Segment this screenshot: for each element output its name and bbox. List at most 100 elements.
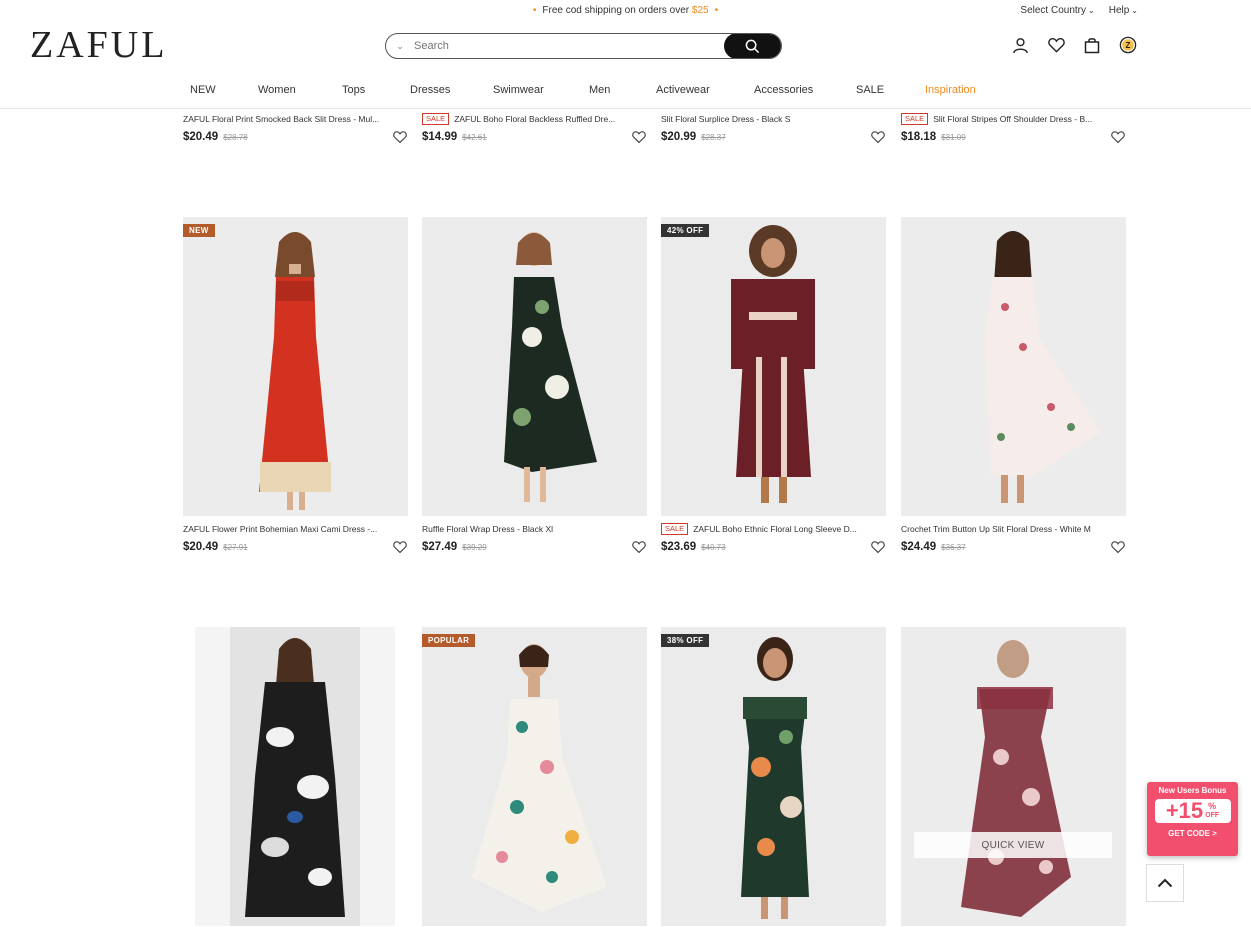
product-card[interactable]: Ruffle Floral Wrap Dress - Black Xl $27.… — [422, 217, 647, 554]
product-title[interactable]: SALE ZAFUL Boho Floral Backless Ruffled D… — [422, 113, 647, 125]
heart-icon[interactable] — [1111, 130, 1125, 144]
heart-icon[interactable] — [1111, 540, 1125, 554]
product-title-text: ZAFUL Boho Ethnic Floral Long Sleeve D..… — [693, 524, 857, 534]
product-price: $20.49 — [183, 541, 219, 553]
price-row: $14.99 $42.61 — [422, 130, 647, 144]
model-dress-illustration — [901, 627, 1126, 926]
price-row: $18.18 $31.09 — [901, 130, 1126, 144]
product-card[interactable]: SALE Slit Floral Stripes Off Shoulder Dre… — [901, 106, 1126, 144]
nav-item-activewear[interactable]: Activewear — [656, 84, 710, 96]
heart-icon[interactable] — [871, 130, 885, 144]
help-link[interactable]: Help ⌄ — [1109, 5, 1138, 16]
model-dress-illustration — [422, 217, 647, 516]
nav-item-dresses[interactable]: Dresses — [410, 84, 450, 96]
promo-dot: • — [532, 5, 537, 16]
shopping-bag-icon[interactable] — [1083, 36, 1101, 54]
product-image[interactable]: 38% OFF — [661, 627, 886, 926]
product-title-text: ZAFUL Floral Print Smocked Back Slit Dre… — [183, 114, 380, 124]
select-country-link[interactable]: Select Country ⌄ — [1020, 5, 1094, 16]
product-price: $18.18 — [901, 131, 937, 143]
heart-icon[interactable] — [632, 130, 646, 144]
product-title[interactable]: ZAFUL Floral Print Smocked Back Slit Dre… — [183, 113, 408, 125]
product-old-price: $31.09 — [941, 132, 966, 142]
heart-icon[interactable] — [871, 540, 885, 554]
price-row: $24.49 $36.37 — [901, 540, 1126, 554]
get-code-button[interactable]: GET CODE > — [1147, 829, 1238, 838]
product-price: $20.99 — [661, 131, 697, 143]
price-row: $23.69 $40.73 — [661, 540, 886, 554]
nav-item-tops[interactable]: Tops — [342, 84, 365, 96]
bonus-title: New Users Bonus — [1158, 786, 1227, 795]
product-card[interactable]: NEW ZAFUL Flower Print Bohemian Maxi Cam… — [183, 217, 408, 554]
product-price: $20.49 — [183, 131, 219, 143]
product-old-price: $40.73 — [701, 542, 726, 552]
popular-badge: POPULAR — [422, 634, 476, 647]
quick-view-button[interactable]: QUICK VIEW — [914, 832, 1112, 858]
nav-item-women[interactable]: Women — [258, 84, 296, 96]
price-row: $27.49 $39.29 — [422, 540, 647, 554]
search-button[interactable] — [724, 34, 781, 58]
search-icon — [745, 39, 760, 53]
product-card[interactable]: 42% OFF SALE ZAFUL Boho Ethnic Floral Lon… — [661, 217, 886, 554]
search-input[interactable] — [414, 34, 724, 58]
heart-icon[interactable] — [393, 540, 407, 554]
product-title[interactable]: ZAFUL Flower Print Bohemian Maxi Cami Dr… — [183, 523, 408, 535]
nav-item-accessories[interactable]: Accessories — [754, 84, 813, 96]
product-image[interactable]: 42% OFF — [661, 217, 886, 516]
z-me-icon[interactable]: Z — [1119, 36, 1137, 54]
chevron-up-icon — [1157, 878, 1173, 888]
chevron-down-icon: ⌄ — [1088, 6, 1095, 15]
search-bar: ⌄ — [385, 33, 782, 59]
header-icons: Z — [1011, 36, 1137, 54]
sale-tag: SALE — [901, 113, 929, 125]
product-title-text: ZAFUL Flower Print Bohemian Maxi Cami Dr… — [183, 524, 378, 534]
heart-icon[interactable] — [632, 540, 646, 554]
model-dress-illustration — [661, 217, 886, 516]
product-title-text: ZAFUL Boho Floral Backless Ruffled Dre..… — [454, 114, 616, 124]
product-title[interactable]: Ruffle Floral Wrap Dress - Black Xl — [422, 523, 647, 535]
product-title[interactable]: Slit Floral Surplice Dress - Black S — [661, 113, 886, 125]
model-dress-illustration — [422, 627, 647, 926]
product-card[interactable]: Slit Floral Surplice Dress - Black S $20… — [661, 106, 886, 144]
product-card[interactable]: ZAFUL Floral Print Smocked Back Slit Dre… — [183, 106, 408, 144]
product-image[interactable]: POPULAR — [422, 627, 647, 926]
product-image[interactable] — [901, 217, 1126, 516]
nav-item-men[interactable]: Men — [589, 84, 610, 96]
heart-icon[interactable] — [393, 130, 407, 144]
nav-item-sale[interactable]: SALE — [856, 84, 884, 96]
bonus-suffix: % OFF — [1205, 802, 1219, 820]
model-dress-illustration — [661, 627, 886, 926]
product-card[interactable]: QUICK VIEW — [901, 627, 1126, 926]
site-logo[interactable]: ZAFUL — [30, 23, 167, 67]
account-icon[interactable] — [1011, 36, 1029, 54]
product-card[interactable]: SALE ZAFUL Boho Floral Backless Ruffled D… — [422, 106, 647, 144]
product-title[interactable]: SALE Slit Floral Stripes Off Shoulder Dre… — [901, 113, 1126, 125]
product-price: $24.49 — [901, 541, 937, 553]
product-title[interactable]: SALE ZAFUL Boho Ethnic Floral Long Sleeve… — [661, 523, 886, 535]
product-image[interactable]: QUICK VIEW — [901, 627, 1126, 926]
bonus-percent: % — [1208, 801, 1217, 811]
product-image[interactable] — [422, 217, 647, 516]
product-title[interactable]: Crochet Trim Button Up Slit Floral Dress… — [901, 523, 1126, 535]
product-card[interactable]: 38% OFF — [661, 627, 886, 926]
product-card[interactable]: POPULAR — [422, 627, 647, 926]
bonus-value: +15 % OFF — [1154, 799, 1231, 823]
nav-item-swimwear[interactable]: Swimwear — [493, 84, 544, 96]
search-category-chevron-icon[interactable]: ⌄ — [386, 41, 414, 52]
help-label: Help — [1108, 5, 1130, 16]
product-old-price: $28.78 — [223, 132, 248, 142]
product-card[interactable]: Crochet Trim Button Up Slit Floral Dress… — [901, 217, 1126, 554]
wishlist-heart-icon[interactable] — [1047, 36, 1065, 54]
product-image[interactable] — [195, 627, 395, 926]
price-row: $20.49 $27.91 — [183, 540, 408, 554]
new-user-bonus-widget[interactable]: New Users Bonus +15 % OFF GET CODE > — [1147, 782, 1238, 856]
sale-tag: SALE — [422, 113, 450, 125]
back-to-top-button[interactable] — [1146, 864, 1184, 902]
chevron-down-icon: ⌄ — [1131, 6, 1138, 15]
product-image[interactable]: NEW — [183, 217, 408, 516]
select-country-label: Select Country — [1020, 5, 1087, 16]
promo-text: Free cod shipping on orders over — [542, 5, 690, 16]
product-card[interactable] — [195, 627, 395, 926]
nav-item-inspiration[interactable]: Inspiration — [925, 84, 976, 96]
nav-item-new[interactable]: NEW — [190, 84, 216, 96]
